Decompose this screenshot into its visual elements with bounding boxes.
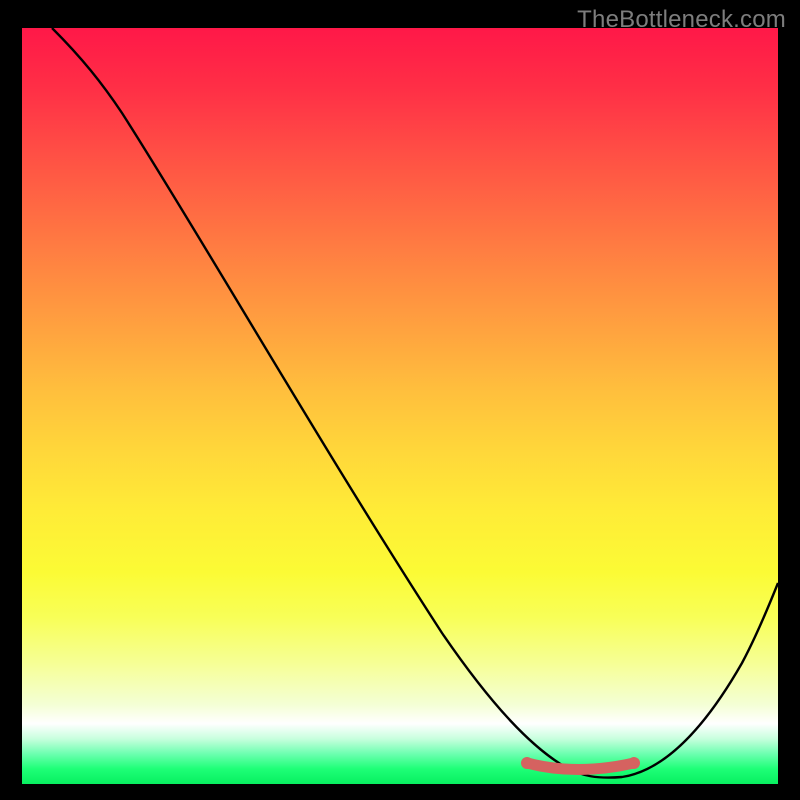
bottleneck-line xyxy=(52,28,778,778)
chart-plot-area xyxy=(22,28,778,784)
chart-svg xyxy=(22,28,778,784)
tolerance-marker xyxy=(527,763,634,770)
tolerance-dot-right xyxy=(628,757,640,769)
tolerance-dot-left xyxy=(521,757,533,769)
